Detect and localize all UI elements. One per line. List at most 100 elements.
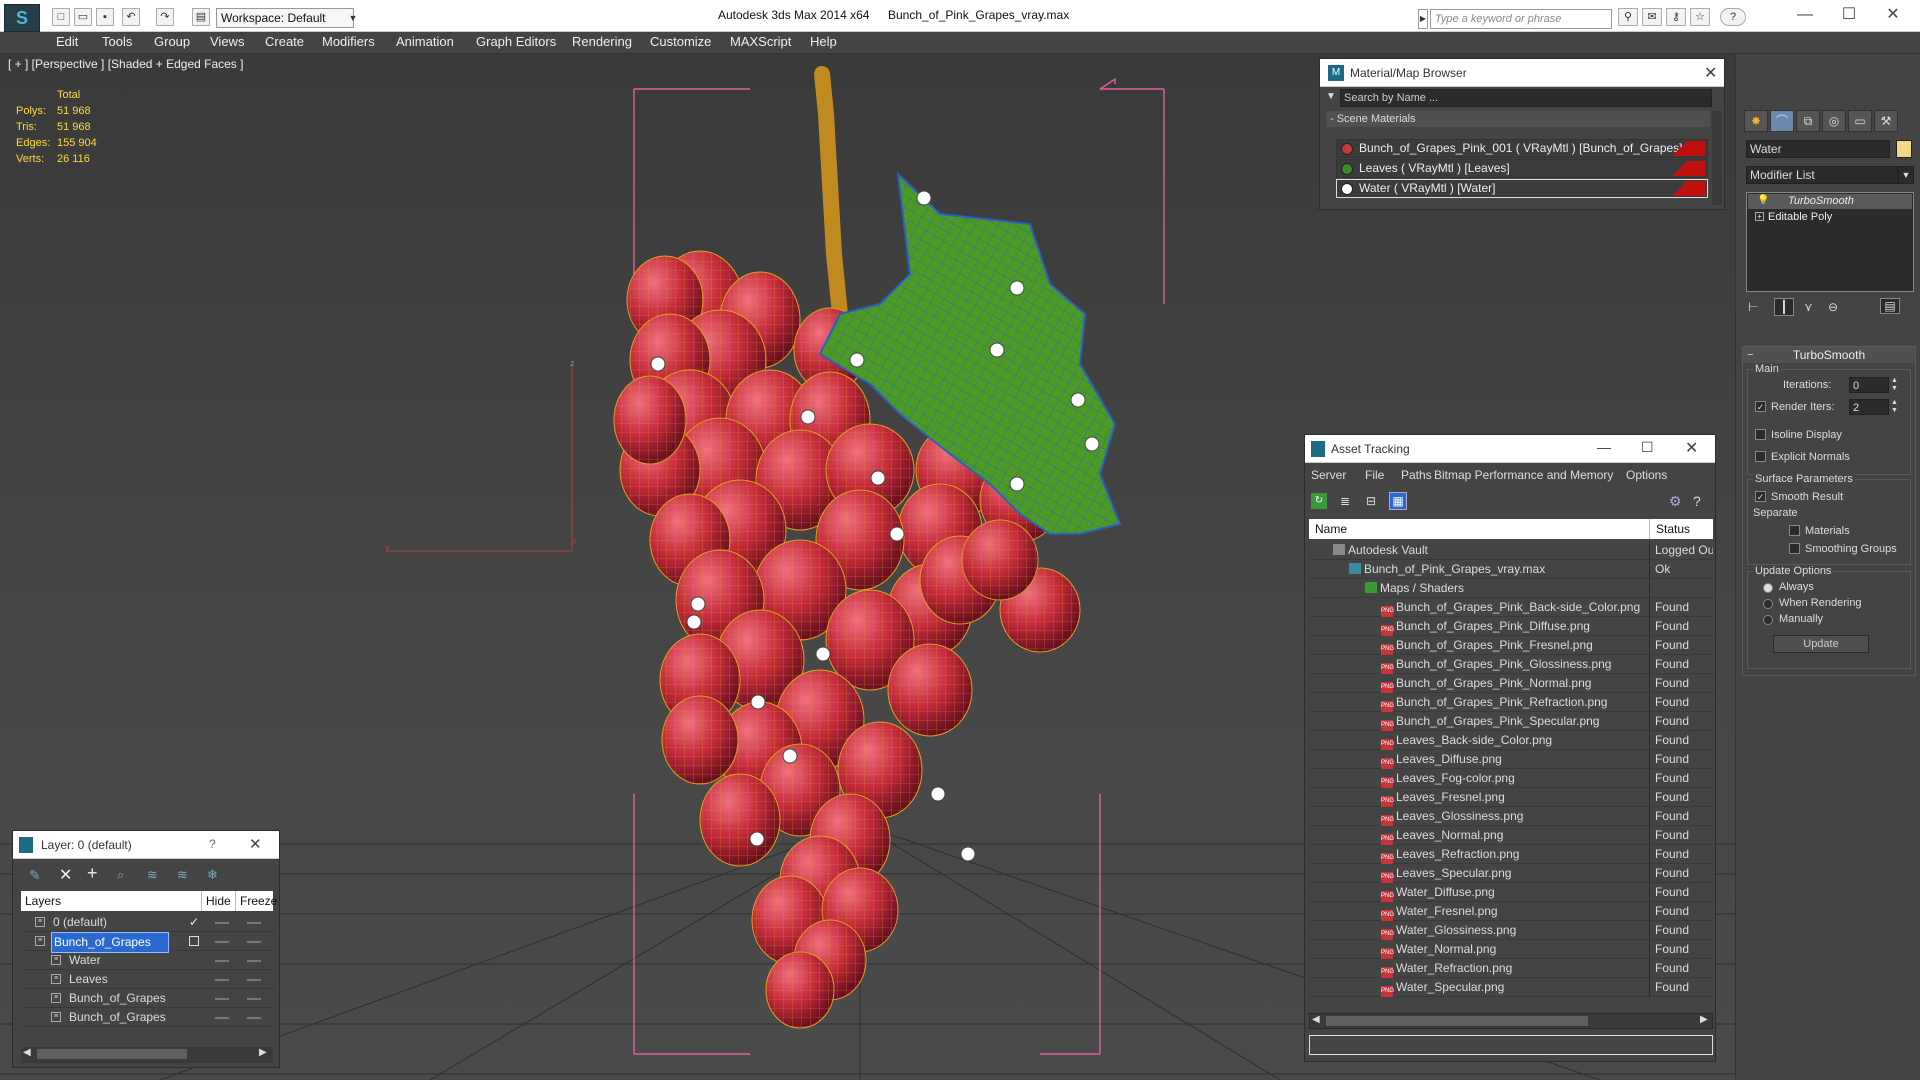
hide-toggle[interactable] bbox=[215, 1017, 229, 1019]
favorites-star-icon[interactable]: ☆ bbox=[1690, 8, 1710, 26]
asset-row[interactable]: PNG Leaves_Glossiness.png Found bbox=[1309, 807, 1713, 826]
material-item[interactable]: Water ( VRayMtl ) [Water] bbox=[1336, 179, 1708, 198]
asset-row[interactable]: PNG Leaves_Specular.png Found bbox=[1309, 864, 1713, 883]
menu-graph-editors[interactable]: Graph Editors bbox=[476, 34, 556, 49]
maximize-icon[interactable]: ☐ bbox=[1641, 439, 1654, 456]
menu-file[interactable]: File bbox=[1365, 468, 1384, 482]
close-icon[interactable]: ✕ bbox=[1685, 438, 1698, 458]
minimize-icon[interactable]: — bbox=[1597, 439, 1611, 455]
scroll-left-icon[interactable]: ◀ bbox=[1312, 1014, 1320, 1025]
help-icon[interactable]: ? bbox=[1693, 493, 1701, 509]
scroll-left-icon[interactable]: ◀ bbox=[23, 1047, 31, 1058]
minimize-icon[interactable]: — bbox=[1790, 4, 1820, 26]
collapse-icon[interactable]: − bbox=[1747, 349, 1753, 361]
close-icon[interactable]: ✕ bbox=[1878, 4, 1908, 26]
isoline-checkbox[interactable] bbox=[1755, 429, 1766, 440]
binoculars-icon[interactable]: ⚲ bbox=[1618, 8, 1638, 26]
horizontal-scrollbar[interactable]: ◀ ▶ bbox=[1309, 1013, 1713, 1029]
asset-row[interactable]: PNG Leaves_Back-side_Color.png Found bbox=[1309, 731, 1713, 750]
menu-create[interactable]: Create bbox=[265, 34, 304, 49]
stack-item-turbosmooth[interactable]: TurboSmooth bbox=[1748, 194, 1912, 209]
column-freeze[interactable]: Freeze bbox=[235, 891, 277, 911]
add-to-layer-icon[interactable]: + bbox=[87, 863, 98, 884]
menu-help[interactable]: Help bbox=[810, 34, 837, 49]
remove-modifier-icon[interactable]: ⊖ bbox=[1828, 300, 1838, 314]
asset-row[interactable]: PNG Bunch_of_Grapes_Pink_Back-side_Color.… bbox=[1309, 598, 1713, 617]
render-iters-spinner[interactable]: 2 bbox=[1849, 399, 1889, 415]
horizontal-scrollbar[interactable]: ◀ ▶ bbox=[21, 1047, 273, 1063]
hide-all-icon[interactable]: ≋ bbox=[177, 867, 188, 883]
configure-sets-icon[interactable]: ▤ bbox=[1880, 298, 1900, 314]
list-view-icon[interactable]: ≣ bbox=[1337, 493, 1353, 509]
asset-row[interactable]: Maps / Shaders bbox=[1309, 579, 1713, 598]
current-layer-checkbox[interactable] bbox=[189, 936, 199, 946]
layer-row[interactable]: ≡ Leaves bbox=[21, 970, 273, 989]
refresh-icon[interactable]: ↻ bbox=[1311, 493, 1327, 509]
column-layers[interactable]: Layers bbox=[25, 891, 61, 911]
redo-icon[interactable]: ↷ bbox=[156, 8, 174, 26]
show-end-result-icon[interactable]: ┃ bbox=[1774, 298, 1794, 316]
layer-row[interactable]: ≡ 0 (default) ✓ bbox=[21, 913, 273, 932]
asset-row[interactable]: PNG Bunch_of_Grapes_Pink_Refraction.png Fo… bbox=[1309, 693, 1713, 712]
search-input[interactable]: Type a keyword or phrase bbox=[1430, 9, 1612, 29]
always-radio[interactable] bbox=[1763, 583, 1773, 593]
asset-row[interactable]: Bunch_of_Pink_Grapes_vray.max Ok bbox=[1309, 560, 1713, 579]
current-layer-checkbox[interactable]: ✓ bbox=[189, 913, 199, 932]
smooth-result-checkbox[interactable]: ✓ bbox=[1755, 491, 1766, 502]
display-tab-icon[interactable]: ▭ bbox=[1848, 110, 1872, 132]
asset-row[interactable]: PNG Bunch_of_Grapes_Pink_Normal.png Found bbox=[1309, 674, 1713, 693]
asset-row[interactable]: PNG Leaves_Diffuse.png Found bbox=[1309, 750, 1713, 769]
asset-row[interactable]: PNG Bunch_of_Grapes_Pink_Glossiness.png Fo… bbox=[1309, 655, 1713, 674]
when-rendering-radio[interactable] bbox=[1763, 599, 1773, 609]
column-status[interactable]: Status bbox=[1649, 519, 1690, 539]
vault-status-icon[interactable]: ⚙ bbox=[1669, 493, 1682, 510]
hide-toggle[interactable] bbox=[215, 979, 229, 981]
asset-row[interactable]: PNG Water_Fresnel.png Found bbox=[1309, 902, 1713, 921]
asset-path-field[interactable] bbox=[1309, 1035, 1713, 1055]
utilities-tab-icon[interactable]: ⚒ bbox=[1874, 110, 1898, 132]
menu-views[interactable]: Views bbox=[210, 34, 244, 49]
hide-toggle[interactable] bbox=[215, 922, 229, 924]
menu-options[interactable]: Options bbox=[1626, 468, 1667, 482]
save-file-icon[interactable]: ▪ bbox=[96, 8, 114, 26]
sign-in-icon[interactable]: ⚷ bbox=[1666, 8, 1686, 26]
project-folder-icon[interactable]: ▤ bbox=[192, 8, 210, 26]
asset-row[interactable]: PNG Bunch_of_Grapes_Pink_Fresnel.png Found bbox=[1309, 636, 1713, 655]
workspace-dropdown[interactable]: Workspace: Default bbox=[216, 8, 354, 28]
freeze-toggle[interactable] bbox=[247, 979, 261, 981]
column-name[interactable]: Name bbox=[1315, 519, 1347, 539]
iterations-spinner[interactable]: 0 bbox=[1849, 377, 1889, 393]
render-iters-checkbox[interactable]: ✓ bbox=[1755, 401, 1766, 412]
select-objects-icon[interactable]: ⌕ bbox=[117, 867, 124, 883]
tree-view-icon[interactable]: ⊟ bbox=[1363, 493, 1379, 509]
rollout-title[interactable]: TurboSmooth bbox=[1743, 347, 1915, 363]
scrollbar-thumb[interactable] bbox=[37, 1049, 187, 1059]
new-file-icon[interactable]: □ bbox=[52, 8, 70, 26]
layer-row[interactable]: ≡ Bunch_of_Grapes bbox=[21, 1008, 273, 1027]
asset-row[interactable]: PNG Leaves_Normal.png Found bbox=[1309, 826, 1713, 845]
lightbulb-icon[interactable]: 💡 bbox=[1757, 195, 1769, 206]
create-layer-icon[interactable]: ✎ bbox=[29, 867, 41, 884]
modify-tab-icon[interactable]: ⌒ bbox=[1770, 110, 1794, 132]
motion-tab-icon[interactable]: ◎ bbox=[1822, 110, 1846, 132]
smoothing-groups-checkbox[interactable] bbox=[1789, 543, 1800, 554]
asset-row[interactable]: PNG Bunch_of_Grapes_Pink_Specular.png Foun… bbox=[1309, 712, 1713, 731]
object-name-field[interactable]: Water bbox=[1746, 140, 1890, 158]
asset-row[interactable]: PNG Bunch_of_Grapes_Pink_Diffuse.png Found bbox=[1309, 617, 1713, 636]
asset-row[interactable]: PNG Leaves_Fresnel.png Found bbox=[1309, 788, 1713, 807]
make-unique-icon[interactable]: ⋎ bbox=[1804, 300, 1813, 314]
scrollbar[interactable] bbox=[1712, 111, 1722, 205]
spinner-arrows-icon[interactable]: ▲ ▼ bbox=[1891, 377, 1898, 393]
manually-radio[interactable] bbox=[1763, 615, 1773, 625]
viewport-label[interactable]: [ + ] [Perspective ] [Shaded + Edged Fac… bbox=[8, 57, 243, 71]
delete-layer-icon[interactable]: ✕ bbox=[59, 865, 72, 885]
freeze-toggle[interactable] bbox=[247, 1017, 261, 1019]
close-icon[interactable]: ✕ bbox=[249, 835, 262, 853]
freeze-all-icon[interactable]: ❄ bbox=[207, 867, 218, 883]
maximize-icon[interactable]: ☐ bbox=[1834, 4, 1864, 26]
layer-row[interactable]: ≡ Bunch_of_Grapes bbox=[21, 989, 273, 1008]
freeze-toggle[interactable] bbox=[247, 922, 261, 924]
hide-toggle[interactable] bbox=[215, 998, 229, 1000]
scroll-right-icon[interactable]: ▶ bbox=[259, 1047, 267, 1058]
material-item[interactable]: Bunch_of_Grapes_Pink_001 ( VRayMtl ) [Bu… bbox=[1336, 139, 1708, 158]
